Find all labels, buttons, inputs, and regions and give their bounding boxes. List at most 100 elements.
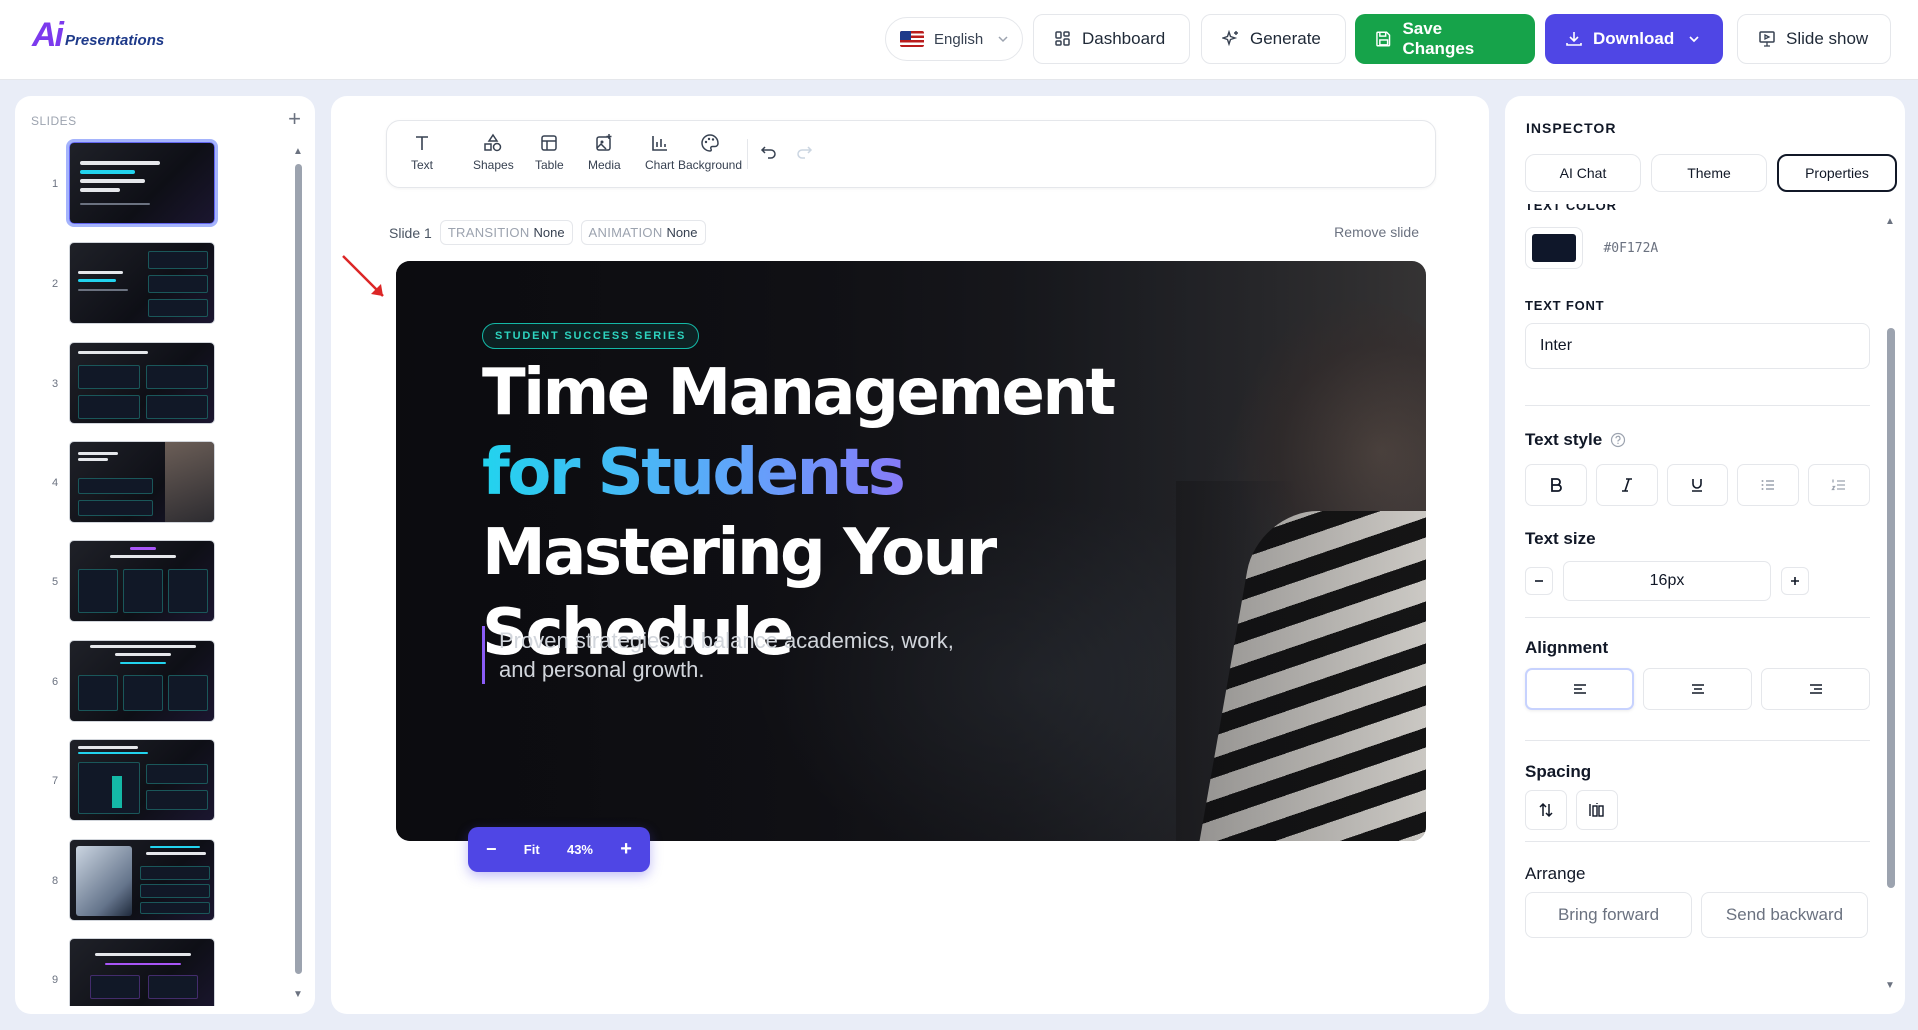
slide-preview xyxy=(69,839,215,921)
remove-slide-link[interactable]: Remove slide xyxy=(1334,224,1419,240)
download-icon xyxy=(1566,32,1582,46)
tab-properties[interactable]: Properties xyxy=(1777,154,1897,192)
italic-button[interactable] xyxy=(1595,464,1658,506)
tool-table[interactable]: Table xyxy=(535,133,564,172)
image-plus-icon xyxy=(596,134,612,151)
minus-icon xyxy=(1535,580,1543,582)
letter-spacing-button[interactable] xyxy=(1576,790,1618,830)
zoom-in-button[interactable]: + xyxy=(620,838,632,861)
slide-number: 6 xyxy=(52,676,59,688)
tab-theme[interactable]: Theme xyxy=(1651,154,1767,192)
save-label: Save Changes xyxy=(1402,19,1475,58)
arrange-section: Arrange Bring forward Send backward xyxy=(1525,864,1870,938)
text-font-label: TEXT FONT xyxy=(1525,298,1605,313)
slide-thumbnail-1[interactable]: 1 xyxy=(15,139,295,227)
slide-preview xyxy=(69,540,215,622)
underline-icon xyxy=(1692,479,1703,492)
line-spacing-button[interactable] xyxy=(1525,790,1567,830)
slide-preview xyxy=(69,242,215,324)
align-right-icon xyxy=(1809,684,1822,694)
slide-thumbnail-6[interactable]: 6 xyxy=(15,640,295,724)
language-selector[interactable]: English xyxy=(885,17,1023,61)
series-badge[interactable]: STUDENT SUCCESS SERIES xyxy=(482,323,700,349)
generate-button[interactable]: Generate xyxy=(1201,14,1346,64)
slide-preview xyxy=(66,139,218,227)
align-right-button[interactable] xyxy=(1761,668,1870,710)
tool-media[interactable]: Media xyxy=(588,133,621,172)
bar-chart-icon xyxy=(651,136,667,151)
slide-title[interactable]: Time Management for Students Mastering Y… xyxy=(482,353,1116,673)
text-style-label: Text style xyxy=(1525,430,1603,449)
slide-number: 1 xyxy=(52,178,59,190)
text-icon xyxy=(416,136,428,150)
text-color-swatch[interactable] xyxy=(1525,227,1583,269)
grid-icon xyxy=(1055,31,1070,46)
scroll-up-icon[interactable]: ▲ xyxy=(1885,216,1895,227)
tool-shapes[interactable]: Shapes xyxy=(473,133,514,172)
slide-preview xyxy=(69,640,215,722)
download-button[interactable]: Download xyxy=(1545,14,1723,64)
slide-thumbnail-9[interactable]: 9 xyxy=(15,938,295,1006)
editor-canvas-panel: Text Shapes Table Media Chart Background xyxy=(331,96,1489,1014)
slide-preview xyxy=(69,441,215,523)
text-font-input[interactable]: Inter xyxy=(1525,323,1870,369)
tool-chart[interactable]: Chart xyxy=(645,133,674,172)
dashboard-button[interactable]: Dashboard xyxy=(1033,14,1190,64)
inspector-scrollbar[interactable] xyxy=(1887,328,1895,888)
slide-show-button[interactable]: Slide show xyxy=(1737,14,1891,64)
text-color-section: TEXT COLOR #0F172A xyxy=(1525,204,1870,269)
decrease-size-button[interactable] xyxy=(1525,567,1553,595)
bold-button[interactable] xyxy=(1525,464,1587,506)
language-label: English xyxy=(934,30,984,48)
slide-thumbnail-3[interactable]: 3 xyxy=(15,342,295,426)
tool-background[interactable]: Background xyxy=(674,133,746,172)
logo-text: Presentations xyxy=(65,32,165,49)
save-changes-button[interactable]: Save Changes xyxy=(1355,14,1535,64)
numbered-list-button[interactable] xyxy=(1808,464,1870,506)
bullet-list-button[interactable] xyxy=(1737,464,1800,506)
slide-subtitle[interactable]: Proven strategies to balance academics, … xyxy=(482,626,982,684)
slide-number: 9 xyxy=(52,974,59,986)
slide-number: 8 xyxy=(52,875,59,887)
text-size-input[interactable]: 16px xyxy=(1563,561,1771,601)
slide-stage[interactable]: STUDENT SUCCESS SERIES Time Management f… xyxy=(396,261,1426,841)
help-icon[interactable] xyxy=(1610,432,1626,448)
letter-spacing-icon xyxy=(1589,803,1604,817)
scroll-down-icon[interactable]: ▼ xyxy=(1885,980,1895,991)
top-bar: Ai Presentations English Dashboard Gener… xyxy=(0,0,1918,80)
app-logo[interactable]: Ai Presentations xyxy=(32,18,164,52)
bring-forward-button[interactable]: Bring forward xyxy=(1525,892,1692,938)
slide-preview xyxy=(69,938,215,1006)
undo-button[interactable] xyxy=(760,143,778,161)
align-center-button[interactable] xyxy=(1643,668,1752,710)
transition-selector[interactable]: TRANSITION None xyxy=(439,220,573,245)
underline-button[interactable] xyxy=(1666,464,1729,506)
table-icon xyxy=(541,135,558,151)
redo-button[interactable] xyxy=(795,143,813,161)
tool-text[interactable]: Text xyxy=(411,133,433,172)
title-line-3: Mastering Your xyxy=(482,516,997,590)
divider xyxy=(1525,841,1870,842)
divider xyxy=(1525,740,1870,741)
slide-thumbnail-8[interactable]: 8 xyxy=(15,839,295,923)
zoom-fit-button[interactable]: Fit xyxy=(524,842,540,857)
slide-thumbnail-4[interactable]: 4 xyxy=(15,441,295,525)
slide-thumbnail-7[interactable]: 7 xyxy=(15,739,295,823)
tab-ai-chat[interactable]: AI Chat xyxy=(1525,154,1641,192)
zoom-out-button[interactable]: − xyxy=(486,839,497,860)
add-slide-button[interactable]: + xyxy=(288,106,301,132)
slide-thumbnail-5[interactable]: 5 xyxy=(15,540,295,624)
increase-size-button[interactable] xyxy=(1781,567,1809,595)
text-font-section: TEXT FONT Inter xyxy=(1525,298,1870,369)
slides-scrollbar[interactable] xyxy=(295,164,302,974)
numbered-list-icon xyxy=(1831,479,1846,491)
slide-thumbnail-2[interactable]: 2 xyxy=(15,242,295,326)
animation-selector[interactable]: ANIMATION None xyxy=(580,220,706,245)
bullet-list-icon xyxy=(1761,480,1775,490)
title-line-2: for Students xyxy=(482,433,1114,513)
align-center-icon xyxy=(1691,684,1704,694)
generate-label: Generate xyxy=(1250,29,1321,48)
align-left-button[interactable] xyxy=(1525,668,1634,710)
toolbar-divider xyxy=(747,139,748,169)
send-backward-button[interactable]: Send backward xyxy=(1701,892,1868,938)
